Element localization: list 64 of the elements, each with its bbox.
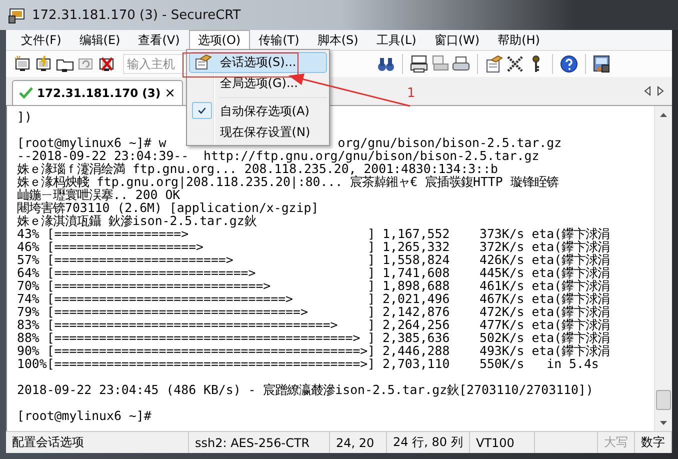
terminal-line: 2018-09-22 23:04:45 (486 KB/s) - 宸蹭繚瀛樷滲ison-2.5.tar.gz鈥[2703110/2703110]) (17, 383, 594, 396)
terminal-line: 43% [=================> ] 1,167,552 373K/s eta(鑻卞浗涓 (17, 227, 610, 240)
menu-bar-item[interactable]: 文件(F) (12, 30, 70, 50)
lightning-monitor-icon[interactable] (35, 55, 53, 73)
binoculars-icon[interactable] (377, 55, 395, 73)
tools-icon[interactable] (506, 55, 524, 73)
status-field: ssh2: AES-256-CTR (189, 432, 330, 453)
down-arrow-icon[interactable] (660, 420, 667, 424)
terminal-line: 90% [=========================================>] 2,446,288 493K/s eta(鑻卞浗涓 (17, 344, 610, 357)
menu-bar-item[interactable]: 帮助(H) (488, 30, 549, 50)
status-field: 配置会话选项 (6, 432, 189, 453)
terminal-line: 姝ｅ湪杩炴帴 ftp.gnu.org|208.118.235.20|:80... 宸茶繛鎺ャ€ 宸插彂鍑HTTP 璇锋眰锛 (17, 175, 558, 188)
window-title: 172.31.181.170 (3) - SecureCRT (32, 8, 241, 22)
terminal-line: 屾鍦ㄧ瓑寰呭洖搴.. 200 OK (17, 188, 180, 201)
terminal-line: ]) (17, 110, 32, 123)
status-field: 24 行, 80 列 (387, 432, 470, 453)
scrollbar[interactable] (654, 106, 672, 431)
menu-item[interactable]: 全局选项(G)... (188, 73, 327, 94)
terminal-line: 64% [==========================> ] 1,741,608 445K/s eta(鑻卞浗涓 (17, 266, 610, 279)
terminal-line: 70% [============================> ] 1,898,688 461K/s eta(鑻卞浗涓 (17, 279, 610, 292)
hand-document-icon (194, 54, 212, 70)
terminal-line: org/gnu/bison/bison-2.5.tar.gz (338, 136, 562, 149)
terminal-line: 闀垮害锛703110 (2.6M) [application/x-gzip] (17, 201, 319, 214)
menu-bar-item[interactable]: 编辑(E) (70, 30, 130, 50)
status-field: 24, 20 (330, 432, 387, 453)
lock-icon[interactable] (593, 55, 611, 73)
terminal-line: 74% [===============================> ] 2,021,496 467K/s eta(鑻卞浗涓 (17, 292, 610, 305)
left-arrow-icon[interactable] (644, 86, 651, 96)
menu-bar-item[interactable]: 工具(L) (367, 30, 426, 50)
menu-bar-item[interactable]: 查看(V) (129, 30, 189, 50)
menu-item[interactable]: 自动保存选项(A) (188, 101, 327, 122)
app-icon (8, 6, 26, 24)
sparkle-monitor-icon[interactable] (14, 55, 32, 73)
right-arrow-icon[interactable] (657, 86, 664, 96)
menu-bar-item[interactable]: 窗口(W) (425, 30, 489, 50)
session-tab[interactable]: 172.31.181.170 (3) × (12, 80, 183, 105)
terminal-line: 88% [========================================> ] 2,385,636 502K/s eta(鑻卞浗涓 (17, 331, 610, 344)
printer-icon[interactable] (452, 55, 470, 73)
hand-document-icon[interactable] (485, 55, 503, 73)
terminal-line: 46% [===================> ] 1,265,332 372K/s eta(鑻卞浗涓 (17, 240, 610, 253)
terminal-line: [root@mylinux6 ~]# w (17, 136, 166, 149)
status-field: 大写 (598, 432, 635, 453)
menu-bar-item[interactable]: 脚本(S) (308, 30, 368, 50)
status-field: VT100 (470, 432, 535, 453)
close-button[interactable]: × (164, 86, 176, 100)
up-arrow-icon[interactable] (660, 112, 667, 116)
terminal-line: [root@mylinux6 ~]# (17, 409, 152, 422)
status-field: 数字 (635, 432, 672, 453)
terminal-line: 83% [=====================================> ] 2,264,256 477K/s eta(鑻卞浗涓 (17, 318, 610, 331)
terminal-line: 79% [=================================> ] 2,142,876 472K/s eta(鑻卞浗涓 (17, 305, 610, 318)
terminal-line: 100%[=========================================>] 2,703,110 550K/s in 5.4s (17, 357, 599, 370)
printer-icon[interactable] (410, 55, 428, 73)
tab-label: 172.31.181.170 (3) (37, 86, 161, 100)
scroll-thumb[interactable] (656, 390, 671, 410)
terminal-line: 姝ｅ湪淇濆瓨鑷 鈥滲ison-2.5.tar.gz鈥 (17, 214, 256, 227)
menu-item[interactable]: 会话选项(S)... (188, 52, 327, 73)
terminal-line: 姝ｅ湪瑙ｆ瀽涓绘満 ftp.gnu.org... 208.118.235.20, 2001:4830:134:3::b (17, 162, 498, 175)
terminal-line: --2018-09-22 23:04:39-- http://ftp.gnu.org/gnu/bison/bison-2.5.tar.gz (17, 149, 540, 162)
annotation-number: 1 (407, 86, 416, 101)
disconnect-icon[interactable] (98, 55, 116, 73)
help-icon[interactable] (560, 55, 578, 73)
terminal-line: 57% [=======================> ] 1,558,824 426K/s eta(鑻卞浗涓 (17, 253, 610, 266)
menu-bar-item[interactable]: 传输(T) (250, 30, 308, 50)
menu-item[interactable]: 现在保存设置(N) (188, 122, 327, 143)
